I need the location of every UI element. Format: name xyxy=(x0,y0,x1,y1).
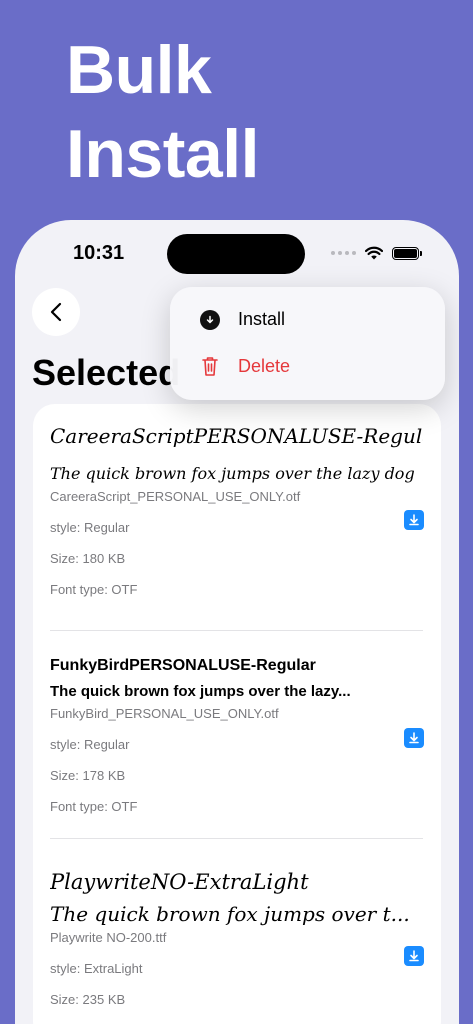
context-menu: Install Delete xyxy=(170,287,445,400)
font-size: Size: 235 KB xyxy=(50,992,126,1007)
font-style: style: ExtraLight xyxy=(50,961,143,976)
wifi-icon xyxy=(365,246,383,260)
list-item[interactable]: PlaywriteNO-ExtraLight The quick brown f… xyxy=(50,870,423,1007)
font-file: Playwrite NO-200.ttf xyxy=(50,930,167,945)
font-sample: The quick brown fox jumps over t... xyxy=(50,902,410,926)
font-sample: The quick brown fox jumps over the lazy … xyxy=(50,464,415,483)
promo-line-1: Bulk xyxy=(66,32,212,108)
menu-item-install[interactable]: Install xyxy=(200,309,285,330)
list-item[interactable]: FunkyBirdPERSONALUSE-Regular The quick b… xyxy=(50,657,423,814)
font-file: FunkyBird_PERSONAL_USE_ONLY.otf xyxy=(50,706,279,721)
divider xyxy=(50,838,423,839)
font-name: FunkyBirdPERSONALUSE-Regular xyxy=(50,657,316,674)
trash-icon xyxy=(202,357,218,376)
font-file: CareeraScript_PERSONAL_USE_ONLY.otf xyxy=(50,489,301,504)
font-sample: The quick brown fox jumps over the lazy.… xyxy=(50,683,351,700)
font-style: style: Regular xyxy=(50,737,130,752)
font-name: PlaywriteNO-ExtraLight xyxy=(50,870,309,894)
status-icons xyxy=(331,246,422,260)
back-button[interactable] xyxy=(32,288,80,336)
font-style: style: Regular xyxy=(50,520,130,535)
install-font-button[interactable] xyxy=(404,728,424,748)
font-type: Font type: OTF xyxy=(50,582,138,597)
page-title: Selected xyxy=(32,352,181,393)
battery-icon xyxy=(392,246,422,260)
divider xyxy=(50,630,423,631)
menu-item-install-label: Install xyxy=(238,309,286,329)
font-type: Font type: OTF xyxy=(50,799,138,814)
download-circle-icon xyxy=(200,309,220,330)
download-icon xyxy=(409,950,419,962)
phone-screen: 10:31 Selected CareeraScriptPERSONALUSE-… xyxy=(15,220,459,1024)
menu-item-delete[interactable]: Delete xyxy=(200,355,290,377)
download-icon xyxy=(409,514,419,526)
cellular-signal-icon xyxy=(331,251,356,255)
promo-headline: Bulk Install xyxy=(66,28,260,196)
font-size: Size: 180 KB xyxy=(50,551,126,566)
list-item[interactable]: CareeraScriptPERSONALUSE-Regular The qui… xyxy=(50,424,423,597)
install-font-button[interactable] xyxy=(404,510,424,530)
promo-line-2: Install xyxy=(66,116,260,192)
font-size: Size: 178 KB xyxy=(50,768,126,783)
install-font-button[interactable] xyxy=(404,946,424,966)
download-icon xyxy=(409,732,419,744)
menu-item-delete-label: Delete xyxy=(238,355,291,376)
status-time: 10:31 xyxy=(73,242,125,264)
font-list: CareeraScriptPERSONALUSE-Regular The qui… xyxy=(33,404,441,1024)
chevron-left-icon xyxy=(50,302,62,322)
dynamic-island xyxy=(167,234,305,274)
font-name: CareeraScriptPERSONALUSE-Regular xyxy=(50,424,423,448)
